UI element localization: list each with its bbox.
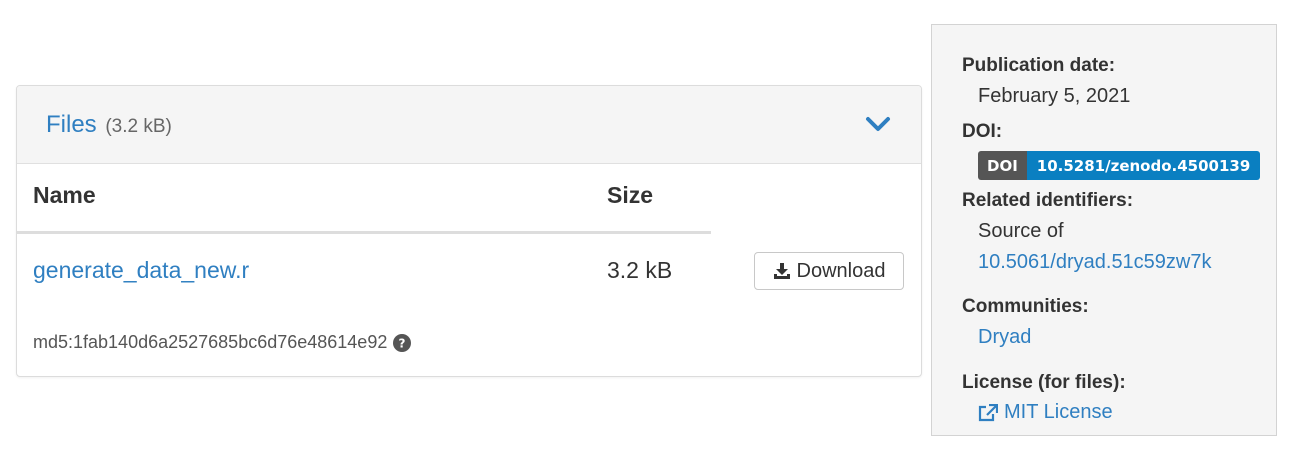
license-label: License (for files): bbox=[962, 372, 1126, 393]
files-total-size: (3.2 kB) bbox=[105, 116, 172, 137]
table-header-divider bbox=[17, 231, 711, 234]
doi-badge[interactable]: DOI 10.5281/zenodo.4500139 bbox=[978, 151, 1261, 180]
download-button[interactable]: Download bbox=[754, 252, 904, 290]
column-header-name: Name bbox=[33, 182, 96, 208]
publication-date-label: Publication date: bbox=[962, 55, 1116, 76]
related-identifiers-label: Related identifiers: bbox=[962, 190, 1134, 211]
external-link-icon bbox=[978, 403, 998, 421]
files-title-label: Files bbox=[46, 111, 97, 138]
download-icon bbox=[773, 262, 790, 279]
question-circle-icon[interactable]: ? bbox=[393, 333, 412, 352]
publication-date: February 5, 2021 bbox=[978, 85, 1131, 107]
chevron-down-icon[interactable] bbox=[865, 115, 891, 133]
communities-label: Communities: bbox=[962, 296, 1089, 317]
record-metadata-sidebar: Publication date: February 5, 2021 DOI: … bbox=[931, 24, 1277, 436]
md5-checksum: md5:1fab140d6a2527685bc6d76e48614e92 ? bbox=[33, 332, 412, 353]
community-link-dryad[interactable]: Dryad bbox=[978, 326, 1031, 349]
license-text: MIT License bbox=[1004, 401, 1113, 423]
download-label: Download bbox=[796, 259, 886, 282]
files-panel-header[interactable]: Files (3.2 kB) bbox=[17, 86, 921, 164]
column-header-size: Size bbox=[607, 182, 654, 208]
related-identifier-relation: Source of bbox=[978, 220, 1064, 242]
license-link[interactable]: MIT License bbox=[978, 401, 1113, 424]
files-panel: Files (3.2 kB) Name Size generate_data_n… bbox=[16, 85, 922, 377]
doi-badge-prefix: DOI bbox=[978, 151, 1027, 180]
doi-badge-value: 10.5281/zenodo.4500139 bbox=[1026, 151, 1261, 180]
svg-text:?: ? bbox=[399, 336, 406, 350]
file-size: 3.2 kB bbox=[607, 257, 673, 283]
files-title: Files (3.2 kB) bbox=[46, 111, 172, 139]
related-identifier-link[interactable]: 10.5061/dryad.51c59zw7k bbox=[978, 251, 1212, 274]
doi-label: DOI: bbox=[962, 121, 1003, 142]
file-name-link[interactable]: generate_data_new.r bbox=[33, 257, 249, 284]
md5-text: md5:1fab140d6a2527685bc6d76e48614e92 bbox=[33, 332, 388, 352]
